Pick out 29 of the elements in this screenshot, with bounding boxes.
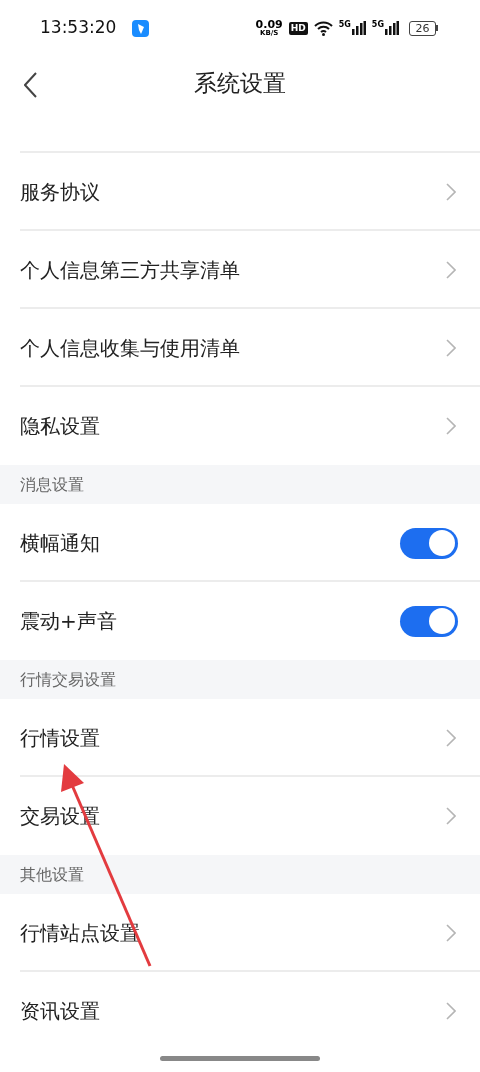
signal-indicator: 5G (338, 21, 366, 35)
chevron-right-icon[interactable] (446, 183, 456, 201)
setting-label: 资讯设置 (20, 998, 100, 1025)
toggle-switch[interactable] (400, 527, 458, 559)
battery-indicator: 26 (409, 20, 438, 36)
chevron-right-icon[interactable] (446, 339, 456, 357)
setting-label: 横幅通知 (20, 530, 100, 557)
setting-label: 震动+声音 (20, 608, 117, 635)
setting-label: 隐私设置 (20, 413, 100, 440)
page-title: 系统设置 (194, 68, 286, 98)
wifi-icon (313, 20, 333, 36)
hd-badge: HD (288, 21, 308, 35)
section-heading: 其他设置 (20, 863, 84, 886)
setting-label: 服务协议 (20, 179, 100, 206)
app-notification-icon (132, 19, 150, 37)
chevron-right-icon[interactable] (446, 1002, 456, 1020)
section-heading: 行情交易设置 (20, 668, 116, 691)
chevron-right-icon[interactable] (446, 729, 456, 747)
chevron-right-icon[interactable] (446, 261, 456, 279)
signal-indicator: 5G (371, 21, 399, 35)
chevron-right-icon[interactable] (446, 807, 456, 825)
toggle-switch[interactable] (400, 605, 458, 637)
setting-label: 行情设置 (20, 725, 100, 752)
chevron-right-icon[interactable] (446, 417, 456, 435)
chevron-right-icon[interactable] (446, 924, 456, 942)
section-heading: 消息设置 (20, 473, 84, 496)
setting-label: 个人信息收集与使用清单 (20, 335, 240, 362)
setting-label: 个人信息第三方共享清单 (20, 257, 240, 284)
status-time: 13:53:20 (40, 16, 117, 40)
